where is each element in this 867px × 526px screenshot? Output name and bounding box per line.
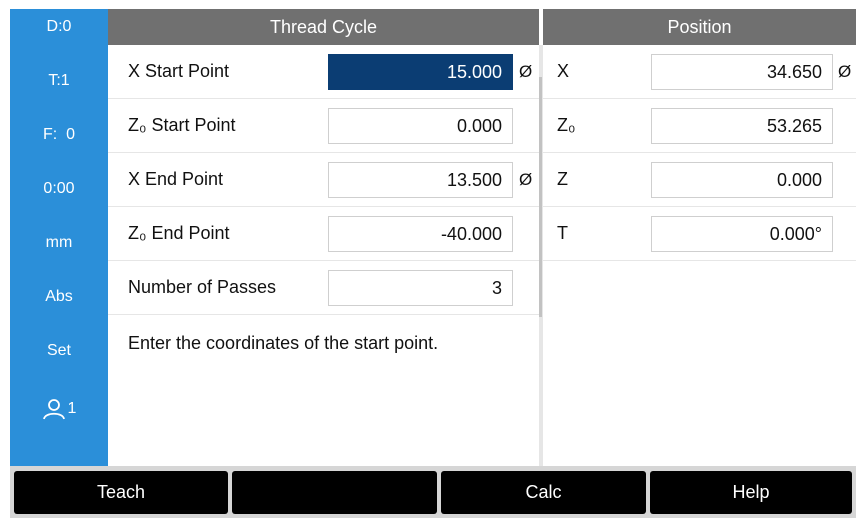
form-row: Z₀ Start Point 0.000: [108, 99, 539, 153]
user-number: 1: [67, 400, 77, 417]
field-label: Z₀ End Point: [128, 223, 230, 243]
sidebar-item-feed[interactable]: F: 0: [10, 117, 108, 153]
status-sidebar: D:0 T:1 F: 0 0:00 mm Abs Set 1: [10, 9, 108, 466]
position-row: Z 0.000: [543, 153, 856, 207]
t-position-value: 0.000°: [651, 216, 833, 252]
position-row: X 34.650 Ø: [543, 45, 856, 99]
form-row: Z₀ End Point -40.000: [108, 207, 539, 261]
position-panel: X 34.650 Ø Z₀ 53.265 Z 0.000 T 0.000°: [543, 45, 856, 466]
field-label: Z₀ Start Point: [128, 115, 236, 135]
axis-label: Z: [557, 169, 568, 189]
position-title: Position: [543, 9, 856, 45]
empty-softkey[interactable]: [232, 471, 437, 514]
sidebar-item-units[interactable]: mm: [10, 225, 108, 261]
field-label: X Start Point: [128, 61, 230, 81]
axis-label: X: [557, 61, 570, 81]
diameter-icon: Ø: [838, 62, 852, 81]
x-start-point-field[interactable]: 15.000: [328, 54, 513, 90]
form-scrollbar[interactable]: [539, 77, 542, 317]
form-row: X Start Point 15.000 Ø: [108, 45, 539, 99]
axis-label: Z₀: [557, 115, 576, 135]
axis-label: T: [557, 223, 568, 243]
softkey-bar: Teach Calc Help: [10, 466, 856, 518]
x-position-value: 34.650: [651, 54, 833, 90]
form-row: X End Point 13.500 Ø: [108, 153, 539, 207]
user-icon: [42, 398, 66, 420]
sidebar-item-set[interactable]: Set: [10, 333, 108, 369]
diameter-icon: Ø: [519, 170, 533, 189]
instruction-message: Enter the coordinates of the start point…: [128, 333, 439, 353]
sidebar-item-tool[interactable]: T:1: [10, 63, 108, 99]
teach-button[interactable]: Teach: [14, 471, 228, 514]
sidebar-item-datum[interactable]: D:0: [10, 9, 108, 45]
field-label: X End Point: [128, 169, 224, 189]
z-position-value: 0.000: [651, 162, 833, 198]
form-row: Number of Passes 3: [108, 261, 539, 315]
sidebar-item-mode[interactable]: Abs: [10, 279, 108, 315]
z0-start-point-field[interactable]: 0.000: [328, 108, 513, 144]
thread-cycle-title: Thread Cycle: [108, 9, 539, 45]
dro-screen: D:0 T:1 F: 0 0:00 mm Abs Set 1 Thread Cy…: [10, 9, 856, 518]
number-of-passes-field[interactable]: 3: [328, 270, 513, 306]
calc-button[interactable]: Calc: [441, 471, 646, 514]
thread-cycle-form: X Start Point 15.000 Ø Z₀ Start Point 0.…: [108, 45, 539, 466]
help-button[interactable]: Help: [650, 471, 852, 514]
position-row: T 0.000°: [543, 207, 856, 261]
sidebar-item-timer[interactable]: 0:00: [10, 171, 108, 207]
diameter-icon: Ø: [519, 62, 533, 81]
z0-end-point-field[interactable]: -40.000: [328, 216, 513, 252]
position-row: Z₀ 53.265: [543, 99, 856, 153]
x-end-point-field[interactable]: 13.500: [328, 162, 513, 198]
sidebar-item-user[interactable]: 1: [10, 387, 108, 431]
z0-position-value: 53.265: [651, 108, 833, 144]
field-label: Number of Passes: [128, 277, 277, 297]
